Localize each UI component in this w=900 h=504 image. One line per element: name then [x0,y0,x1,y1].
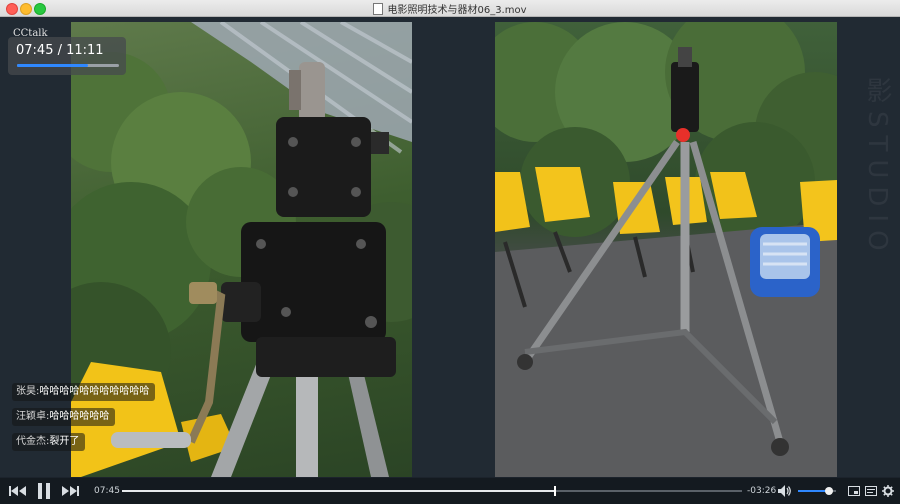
window-title-text: 电影照明技术与器材06_3.mov [387,5,527,16]
chat-sender: 张昊: [16,386,40,397]
cctalk-progress-overlay: CCtalk 07:45 / 11:11 [8,28,126,75]
current-time: 07:45 [94,486,120,496]
light-stand-room-image [495,22,837,477]
fast-forward-icon[interactable] [61,485,79,497]
chat-sender: 代金杰: [16,436,50,447]
cctalk-logo: CCtalk [13,28,48,39]
window-title: 电影照明技术与器材06_3.mov [0,1,900,16]
video-left-panel [71,22,412,477]
gear-icon[interactable] [882,485,894,497]
seek-bar[interactable] [122,486,742,496]
overlay-time-display: 07:45 / 11:11 [16,43,104,58]
watermark-graphic: 影STUDIO [862,77,892,259]
video-frame[interactable]: 影STUDIO CCtalk 07:45 / 11:11 张昊:哈哈哈哈哈哈哈哈… [0,17,900,477]
chat-sender: 汪颖卓: [16,411,50,422]
overlay-progress-track [17,64,119,67]
volume-handle[interactable] [825,487,834,495]
chat-message: 张昊:哈哈哈哈哈哈哈哈哈哈哈 [12,383,156,401]
volume-slider[interactable] [798,487,836,495]
document-icon [373,3,384,15]
rewind-icon[interactable] [9,485,27,497]
remaining-time: -03:26 [747,486,777,496]
volume-icon[interactable] [778,485,792,497]
player-control-bar: 07:45 -03:26 [0,478,900,504]
chat-text: 哈哈哈哈哈哈 [49,411,110,422]
chat-message: 汪颖卓:哈哈哈哈哈哈 [12,408,116,426]
chat-text: 哈哈哈哈哈哈哈哈哈哈哈 [39,386,150,397]
chat-message: 代金杰:裂开了 [12,433,86,451]
pause-icon[interactable] [37,483,51,499]
subtitles-icon[interactable] [865,486,877,496]
video-right-panel [495,22,837,477]
overlay-progress-fill [17,64,89,67]
stand-head-closeup-image [71,22,412,477]
picture-in-picture-icon[interactable] [848,486,860,496]
seek-handle[interactable] [554,486,557,496]
seek-bar-played [122,490,555,492]
chat-text: 裂开了 [49,436,80,447]
window-titlebar: 电影照明技术与器材06_3.mov [0,0,900,17]
